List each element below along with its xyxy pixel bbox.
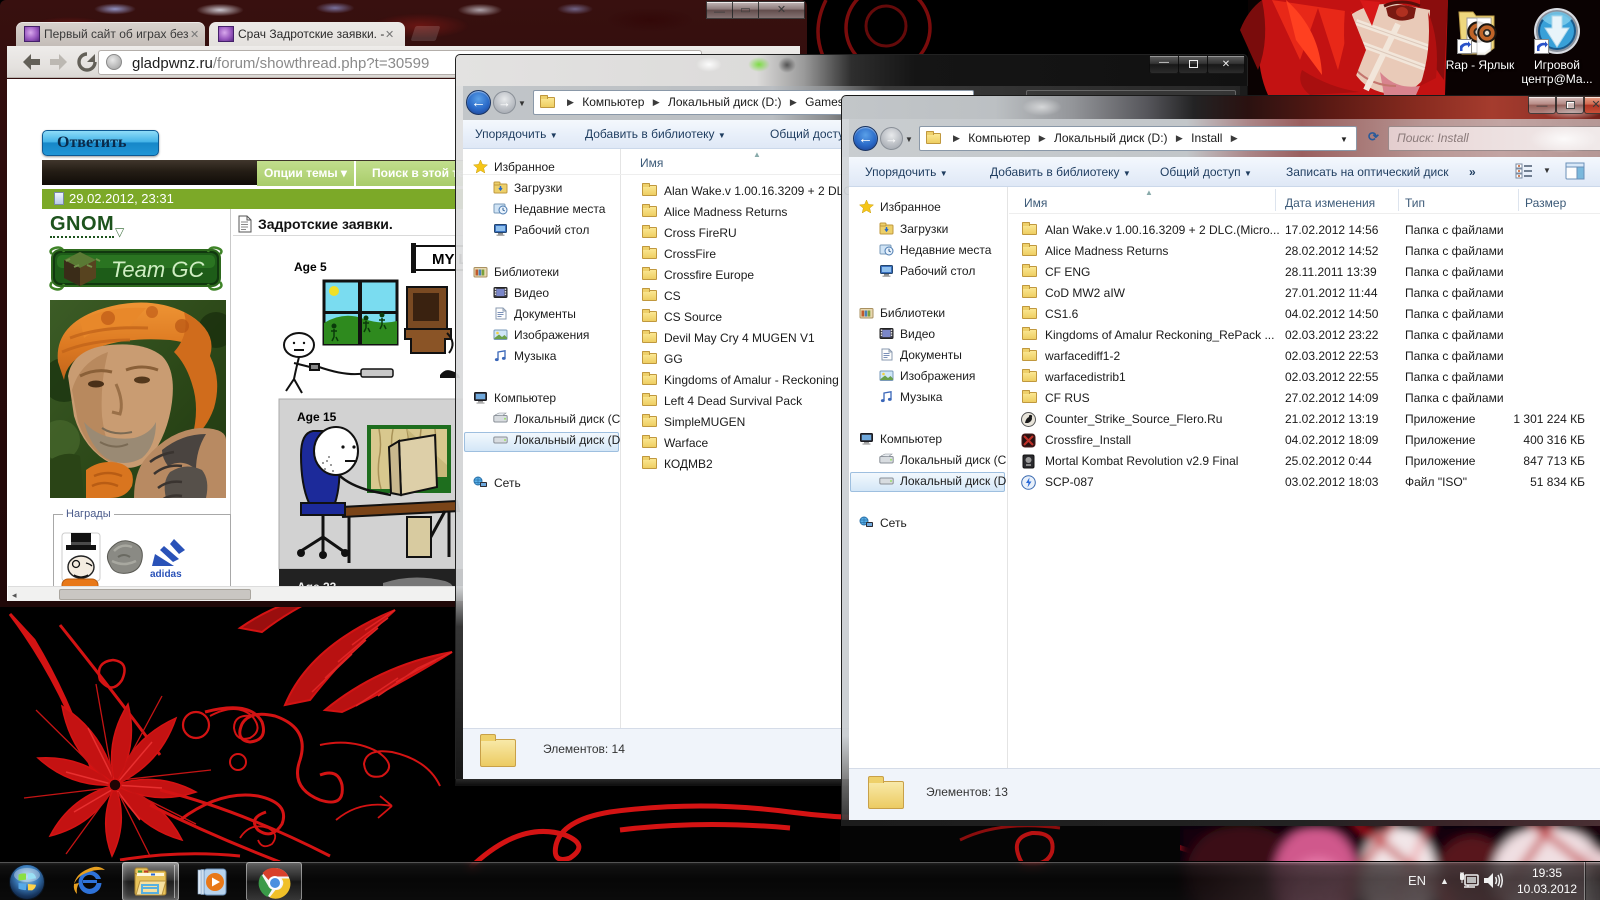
svg-text:Team GC: Team GC [111,257,204,282]
svg-text:Age 15: Age 15 [297,410,337,424]
svg-text:adidas: adidas [150,569,182,580]
svg-text:Age 5: Age 5 [294,260,327,274]
